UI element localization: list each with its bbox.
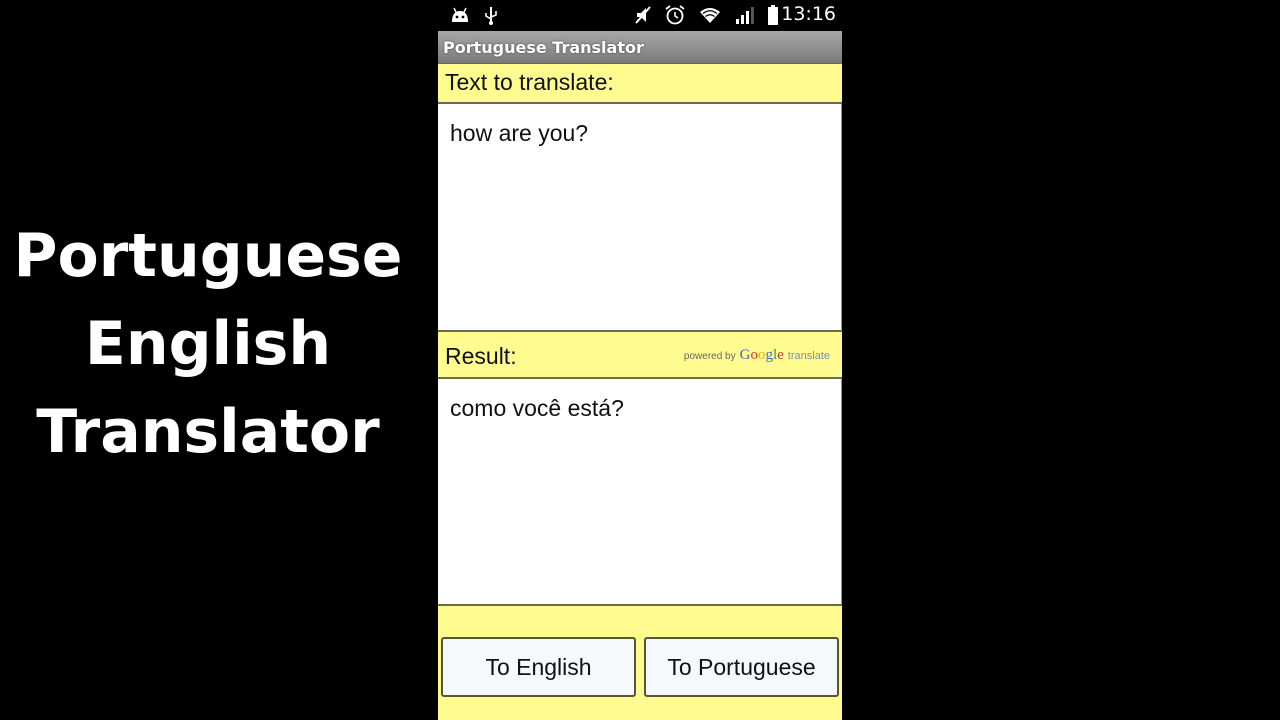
divider xyxy=(438,604,842,606)
overlay-title-line: English xyxy=(84,309,332,379)
app-title: Portuguese Translator xyxy=(443,38,644,57)
usb-icon xyxy=(482,4,500,26)
result-label-bar: Result: powered by Google translate xyxy=(438,332,842,379)
status-bar: 13:16 xyxy=(438,0,842,31)
input-text-value: how are you? xyxy=(450,120,589,146)
phone-screen: 13:16 Portuguese Translator Text to tran… xyxy=(438,0,842,720)
overlay-title-line: Portuguese xyxy=(13,221,403,291)
result-output-box: como você está? xyxy=(438,379,842,604)
input-label: Text to translate: xyxy=(445,69,614,95)
app-title-bar: Portuguese Translator xyxy=(438,31,842,64)
mute-icon xyxy=(632,4,654,26)
overlay-title-line: Translator xyxy=(36,397,380,467)
video-overlay-title: Portuguese English Translator xyxy=(0,212,416,476)
to-portuguese-button[interactable]: To Portuguese xyxy=(644,637,839,697)
signal-icon xyxy=(734,4,756,26)
to-english-button[interactable]: To English xyxy=(441,637,636,697)
result-text-value: como você está? xyxy=(450,395,624,421)
wifi-icon xyxy=(698,4,722,26)
alarm-icon xyxy=(664,4,686,26)
powered-by-text: powered by xyxy=(683,351,736,362)
input-label-bar: Text to translate: xyxy=(438,64,842,104)
clock-time: 13:16 xyxy=(781,3,836,25)
google-logo: Google xyxy=(739,347,784,363)
powered-by-google-badge: powered by Google translate xyxy=(684,347,830,364)
translate-text: translate xyxy=(787,350,830,362)
android-icon xyxy=(448,4,472,26)
text-to-translate-input[interactable]: how are you? xyxy=(438,104,842,332)
result-label: Result: xyxy=(445,343,517,369)
battery-icon xyxy=(766,4,780,26)
